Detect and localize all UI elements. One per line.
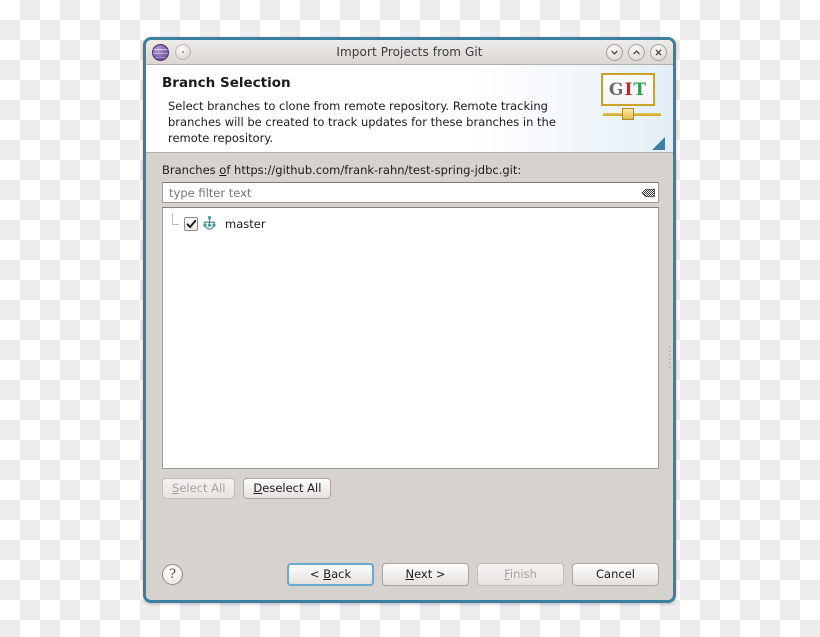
git-logo-plate: GIT [601,73,655,106]
finish-button[interactable]: Finish [477,563,564,586]
window-title: Import Projects from Git [336,45,483,59]
window-menu-icon[interactable] [175,44,191,60]
page-description: Select branches to clone from remote rep… [168,99,556,145]
deselect-all-mnemonic: D [253,481,263,495]
eclipse-globe-icon [152,43,169,61]
next-label: ext > [414,567,446,581]
search-input[interactable] [169,185,640,200]
deselect-all-label: eselect All [262,481,322,495]
branches-label: Branches of https://github.com/frank-rah… [162,163,659,177]
branch-checkbox[interactable] [184,217,198,231]
import-projects-from-git-dialog: Import Projects from Git Branch Selectio… [143,37,676,603]
help-button[interactable]: ? [162,564,183,585]
tree-connector-icon [169,213,181,231]
resize-grip[interactable] [668,345,671,371]
titlebar-left-icons [152,43,191,61]
git-logo-letter-g: G [608,79,625,100]
dialog-body: Branches of https://github.com/frank-rah… [146,153,673,563]
back-prefix: < [309,567,324,581]
next-button[interactable]: Next > [382,563,469,586]
wizard-header: Branch Selection Select branches to clon… [146,65,673,153]
finish-label: inish [509,567,537,581]
tree-item-master[interactable]: master [163,213,658,234]
back-label: ack [331,567,352,581]
wizard-nav-buttons: < Back Next > Finish Cancel [287,563,659,586]
window-controls [606,43,667,61]
branches-label-suffix: f https://github.com/frank-rahn/test-spr… [226,163,522,177]
branch-name-label: master [225,217,266,231]
git-logo-letter-t: T [633,79,648,100]
close-button[interactable] [650,43,667,61]
deselect-all-button[interactable]: Deselect All [243,478,332,499]
filter-field-row[interactable] [162,182,659,203]
next-mnemonic: N [405,567,415,581]
header-corner-arrow-icon [652,137,665,150]
selection-buttons: Select All Deselect All [162,478,659,499]
git-branch-icon [201,215,218,232]
select-all-button[interactable]: Select All [162,478,236,499]
git-logo: GIT [601,73,663,129]
back-button[interactable]: < Back [287,563,374,586]
maximize-button[interactable] [628,43,645,61]
cancel-label: Cancel [596,567,635,581]
clear-filter-eraser-icon[interactable] [640,186,656,200]
cancel-button[interactable]: Cancel [572,563,659,586]
branches-label-prefix: Branches [162,163,220,177]
git-logo-stand [601,106,663,122]
back-mnemonic: B [323,567,332,581]
window-titlebar[interactable]: Import Projects from Git [146,40,673,65]
branches-tree[interactable]: master [162,207,659,469]
page-title: Branch Selection [162,75,291,91]
dialog-footer: ? < Back Next > Finish Cancel [146,563,673,600]
git-logo-letter-i: I [624,79,634,100]
select-all-label: elect All [179,481,226,495]
minimize-button[interactable] [606,43,623,61]
